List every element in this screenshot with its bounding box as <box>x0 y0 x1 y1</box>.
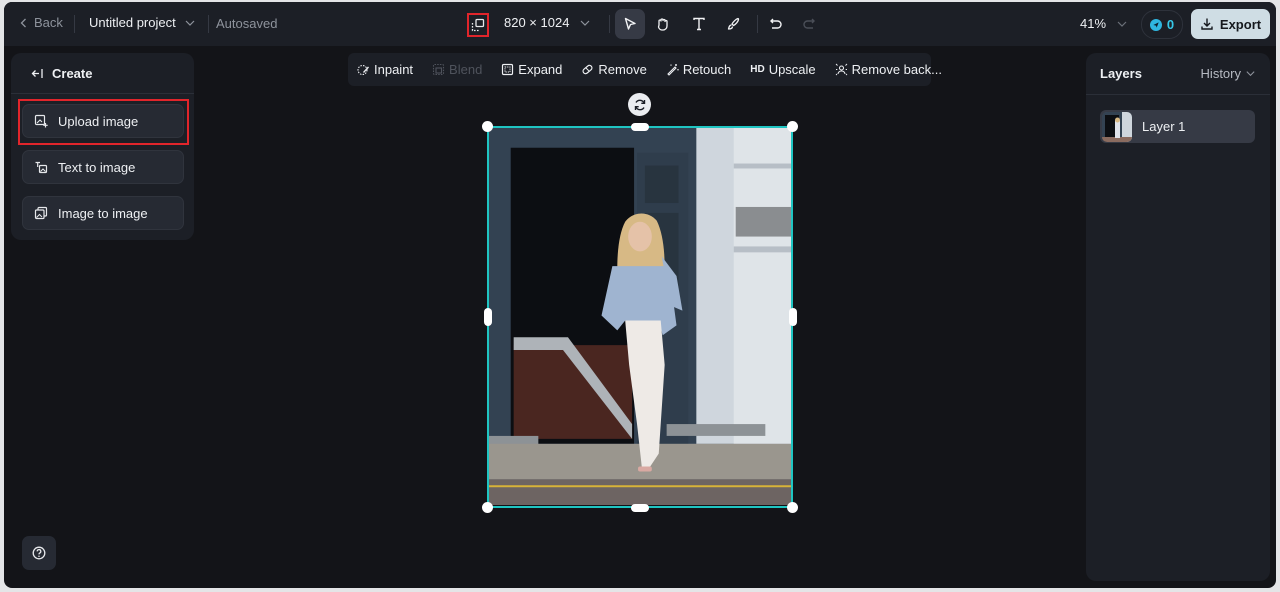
layer-label: Layer 1 <box>1142 119 1186 134</box>
project-title-dropdown[interactable]: Untitled project <box>89 15 196 30</box>
download-icon <box>1201 18 1213 30</box>
credits-icon <box>1149 18 1162 31</box>
resize-handle-top[interactable] <box>631 123 649 131</box>
remove-background-label: Remove back... <box>851 62 942 77</box>
brush-tool[interactable] <box>718 9 748 39</box>
save-status: Autosaved <box>216 16 278 31</box>
retouch-label: Retouch <box>682 62 732 77</box>
upscale-label: Upscale <box>768 62 816 77</box>
text-to-image-button[interactable]: Text to image <box>22 150 184 184</box>
create-panel-title: Create <box>52 65 93 81</box>
zoom-value: 41% <box>1080 16 1107 31</box>
redo-icon <box>803 18 815 29</box>
remove-button[interactable]: Remove <box>581 62 647 77</box>
resize-handle-top-right[interactable] <box>787 121 798 132</box>
canvas-size: 820 × 1024 <box>504 15 570 30</box>
inpaint-button[interactable]: Inpaint <box>357 62 413 77</box>
divider <box>74 15 75 33</box>
chevron-down-icon <box>1246 71 1255 77</box>
redo-button[interactable] <box>794 9 824 39</box>
remove-background-icon <box>835 63 847 76</box>
brush-icon <box>727 17 740 30</box>
text-tool[interactable] <box>684 9 714 39</box>
help-circle-icon <box>32 546 46 560</box>
image-to-image-button[interactable]: Image to image <box>22 196 184 230</box>
pan-tool[interactable] <box>648 9 678 39</box>
inpaint-label: Inpaint <box>374 62 414 77</box>
retouch-button[interactable]: Retouch <box>666 62 731 77</box>
cursor-arrow-icon <box>624 17 636 30</box>
photo-woman-street <box>489 128 791 505</box>
upload-image-icon <box>34 114 48 128</box>
create-panel-header[interactable]: Create <box>11 53 194 94</box>
blend-icon <box>432 63 445 76</box>
export-button[interactable]: Export <box>1191 9 1270 39</box>
create-panel: Create Upload image Text to image Image … <box>11 53 194 240</box>
upload-image-label: Upload image <box>58 113 139 129</box>
undo-button[interactable] <box>761 9 791 39</box>
divider <box>208 15 209 33</box>
resize-handle-bottom-right[interactable] <box>787 502 798 513</box>
back-button[interactable]: Back <box>18 15 63 30</box>
layers-panel-header: Layers History <box>1086 53 1270 95</box>
blend-button[interactable]: Blend <box>432 62 482 77</box>
expand-icon <box>502 63 514 76</box>
remove-label: Remove <box>598 62 647 77</box>
text-to-image-icon <box>35 161 48 174</box>
layer-thumbnail <box>1102 111 1132 142</box>
back-label: Back <box>34 15 63 30</box>
resize-handle-left[interactable] <box>484 308 492 326</box>
resize-handle-right[interactable] <box>789 308 797 326</box>
text-to-image-label: Text to image <box>58 159 136 175</box>
text-icon <box>693 17 705 31</box>
expand-button[interactable]: Expand <box>501 62 562 77</box>
eraser-icon <box>582 64 593 75</box>
resize-canvas-button[interactable] <box>467 13 489 37</box>
resize-handle-bottom-left[interactable] <box>482 502 493 513</box>
undo-icon <box>770 18 782 29</box>
collapse-left-icon <box>31 68 43 78</box>
blend-label: Blend <box>449 62 483 77</box>
upload-image-button[interactable]: Upload image <box>22 104 184 138</box>
canvas-image[interactable] <box>487 126 793 508</box>
layers-tab[interactable]: Layers <box>1100 66 1142 81</box>
hd-icon: HD <box>750 64 765 75</box>
remove-background-button[interactable]: Remove back... <box>835 62 942 77</box>
inpaint-icon <box>357 64 369 76</box>
credits-badge[interactable]: 0 <box>1141 10 1183 39</box>
rotate-handle[interactable] <box>628 93 651 116</box>
help-button[interactable] <box>22 536 56 570</box>
zoom-dropdown[interactable]: 41% <box>1080 16 1128 31</box>
resize-handle-bottom[interactable] <box>631 504 649 512</box>
magic-wand-icon <box>667 64 679 76</box>
image-to-image-label: Image to image <box>58 205 148 221</box>
chevron-down-icon <box>185 20 195 26</box>
canvas-size-dropdown[interactable]: 820 × 1024 <box>504 15 591 30</box>
layers-panel: Layers History Layer 1 <box>1086 53 1270 581</box>
top-bar: Back Untitled project Autosaved 820 × 10… <box>4 2 1276 46</box>
divider <box>757 15 758 33</box>
chevron-left-icon <box>20 18 26 27</box>
rotate-icon <box>634 99 645 110</box>
app-window: Back Untitled project Autosaved 820 × 10… <box>4 2 1276 588</box>
select-tool[interactable] <box>615 9 645 39</box>
image-to-image-icon <box>34 206 48 220</box>
chevron-down-icon <box>1117 21 1127 27</box>
hand-icon <box>657 18 668 31</box>
history-dropdown[interactable]: History <box>1201 66 1256 81</box>
export-label: Export <box>1219 16 1262 32</box>
expand-label: Expand <box>518 62 563 77</box>
upscale-button[interactable]: HD Upscale <box>750 62 815 77</box>
edit-toolbar: Inpaint Blend Expand Remove Retouch HD U… <box>348 53 942 86</box>
layer-item[interactable]: Layer 1 <box>1100 110 1255 143</box>
chevron-down-icon <box>581 20 590 26</box>
resize-icon <box>471 18 485 32</box>
resize-handle-top-left[interactable] <box>482 121 493 132</box>
history-label: History <box>1200 66 1241 81</box>
project-title: Untitled project <box>89 15 176 30</box>
credits-count: 0 <box>1166 17 1175 32</box>
divider <box>609 15 610 33</box>
